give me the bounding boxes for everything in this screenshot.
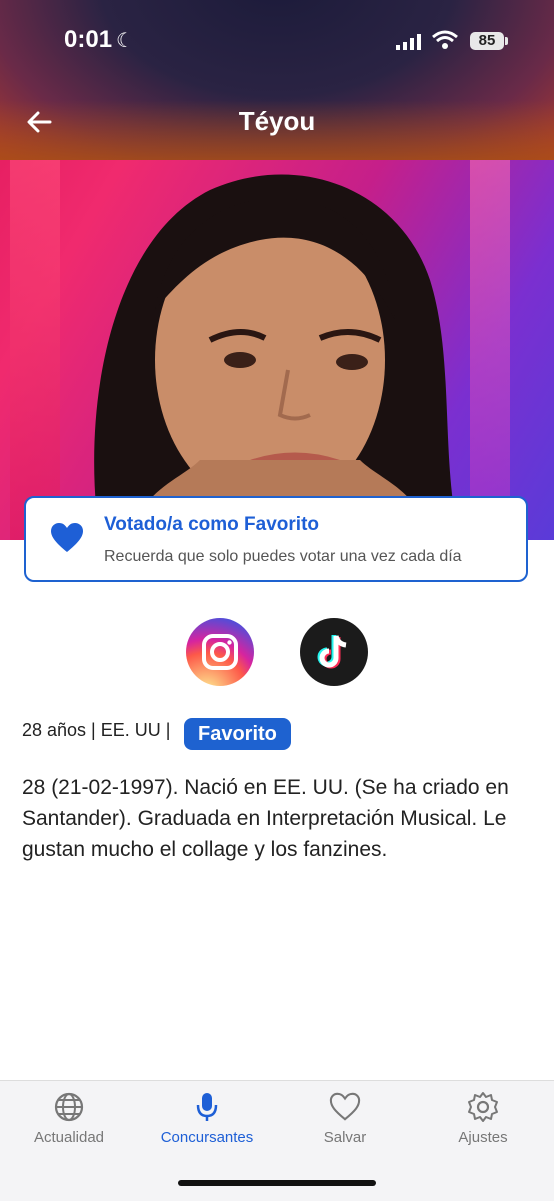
wifi-icon [432,30,458,49]
status-bar: 0:01 ☾ 85 [0,0,554,80]
light-streak [10,160,60,540]
tab-label: Salvar [323,1129,367,1146]
signal-icon [396,34,421,50]
favorite-badge: Favorito [184,718,291,750]
profile-bio: 28 (21-02-1997). Nació en EE. UU. (Se ha… [22,776,509,861]
page-title: Téyou [238,106,316,136]
home-indicator [178,1180,376,1186]
profile-meta: 28 años | EE. UU | [22,720,171,740]
microphone-icon [196,1093,218,1121]
navigation-bar: Téyou [0,94,554,150]
status-time: 0:01 [64,26,113,53]
tab-salvar[interactable]: Salvar [276,1091,414,1146]
tab-concursantes[interactable]: Concursantes [138,1091,276,1146]
tab-ajustes[interactable]: Ajustes [414,1091,552,1146]
instagram-icon [202,634,238,670]
vote-card-title: Votado/a como Favorito [104,514,320,535]
vote-status-card: Votado/a como Favorito Recuerda que solo… [24,496,528,582]
hero-banner [0,0,554,540]
tab-label: Ajustes [458,1129,508,1146]
tab-actualidad[interactable]: Actualidad [0,1091,138,1146]
tab-label: Actualidad [33,1129,105,1146]
moon-icon: ☾ [116,30,134,52]
tab-label: Concursantes [160,1129,254,1146]
instagram-button[interactable] [186,618,254,686]
tiktok-button[interactable] [300,618,368,686]
heart-filled-icon [51,523,83,552]
heart-icon [329,1092,361,1121]
battery-tip [505,37,508,45]
vote-card-subtitle: Recuerda que solo puedes votar una vez c… [104,548,462,565]
gear-icon [468,1092,498,1122]
tiktok-icon [317,635,347,669]
globe-icon [54,1092,84,1122]
contestant-photo [94,174,460,540]
battery-indicator: 85 [470,32,504,50]
